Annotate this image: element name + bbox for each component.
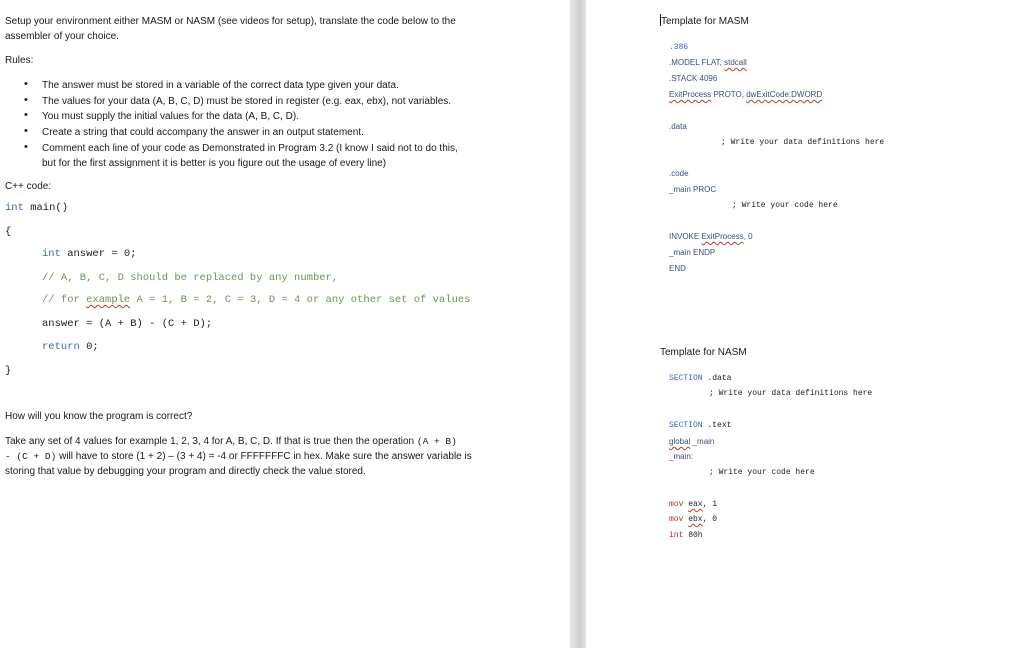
code-close-brace: }: [5, 365, 12, 377]
right-document-page: Template for MASM .386 .MODEL FLAT, stdc…: [586, 0, 1024, 648]
nasm-text: .text: [702, 421, 732, 430]
masm-line-data: .data: [669, 122, 687, 131]
nasm-data-comment: ; Write your data definitions here: [709, 389, 873, 398]
answer-line-3: storing that value by debugging your pro…: [5, 466, 366, 477]
masm-line-stack: .STACK 4096: [669, 74, 718, 83]
question-heading: How will you know the program is correct…: [5, 411, 193, 422]
rule-item: You must supply the initial values for t…: [42, 111, 299, 122]
nasm-register: ebx: [688, 515, 703, 524]
code-open-brace: {: [5, 226, 12, 238]
nasm-template-title: Template for NASM: [660, 347, 747, 358]
nasm-int: int 80h: [669, 531, 703, 540]
nasm-instruction: mov: [669, 515, 689, 524]
masm-template-title: Template for MASM: [660, 14, 749, 29]
code-line-answer-decl: int answer = 0;: [42, 248, 137, 260]
rule-item: The values for your data (A, B, C, D) mu…: [42, 96, 452, 107]
masm-text: , 0: [743, 232, 753, 241]
masm-squiggle: ExitProcess: [669, 90, 712, 99]
code-comment-1: // A, B, C, D should be replaced by any …: [42, 272, 339, 284]
nasm-main-label: _main:: [669, 452, 694, 461]
answer-inline-code: (A + B): [416, 436, 457, 447]
masm-line-code: .code: [669, 169, 689, 178]
code-line-answer-calc: answer = (A + B) - (C + D);: [42, 318, 213, 330]
nasm-text: _main: [690, 437, 715, 446]
code-text: 0;: [79, 341, 99, 353]
code-keyword: return: [42, 341, 80, 353]
nasm-keyword: SECTION: [669, 421, 703, 430]
nasm-section-text: SECTION .text: [669, 421, 731, 430]
code-text: answer = 0;: [60, 248, 137, 260]
masm-line-model: .MODEL FLAT, stdcall: [669, 58, 747, 67]
code-line-main: int main(): [5, 202, 68, 214]
bullet-icon: •: [24, 125, 28, 137]
masm-squiggle: ExitProcess: [701, 232, 744, 241]
rule-item-continuation: but for the first assignment it is bette…: [42, 158, 387, 169]
nasm-instruction: mov: [669, 500, 689, 509]
bullet-icon: •: [24, 109, 28, 121]
bullet-icon: •: [24, 94, 28, 106]
nasm-text: , 0: [702, 515, 718, 524]
masm-title-text: Template for MASM: [661, 16, 749, 27]
rule-item: Create a string that could accompany the…: [42, 127, 364, 138]
nasm-text: , 1: [702, 500, 718, 509]
code-comment-squiggle: example: [86, 294, 131, 306]
intro-line-2: assembler of your choice.: [5, 31, 119, 42]
rules-heading: Rules:: [5, 55, 34, 66]
answer-line-1: Take any set of 4 values for example 1, …: [5, 434, 457, 449]
nasm-mov-eax: mov eax, 1: [669, 500, 717, 509]
code-comment-text: // for: [42, 294, 87, 306]
code-keyword: int: [5, 202, 24, 214]
masm-line-end: END: [669, 264, 686, 273]
code-comment-text: A = 1, B = 2, C = 3, D = 4 or any other …: [130, 294, 471, 306]
code-line-return: return 0;: [42, 341, 99, 353]
bullet-icon: •: [24, 78, 28, 90]
code-text: main(): [23, 202, 69, 214]
masm-squiggle: dwExitCode:DWORD: [746, 90, 823, 99]
nasm-mov-ebx: mov ebx, 0: [669, 515, 717, 524]
left-document-page: Setup your environment either MASM or NA…: [0, 0, 570, 648]
answer-text: will have to store (1 + 2) – (3 + 4) = -…: [56, 451, 472, 462]
masm-line-proto: ExitProcess PROTO, dwExitCode:DWORD: [669, 90, 822, 99]
answer-text: Take any set of 4 values for example 1, …: [5, 436, 417, 447]
nasm-squiggle: global: [669, 437, 691, 446]
masm-line-endp: _main ENDP: [669, 248, 716, 257]
nasm-code-comment: ; Write your code here: [709, 468, 815, 477]
rule-item: Comment each line of your code as Demons…: [42, 143, 458, 154]
answer-inline-code: - (C + D): [5, 451, 57, 462]
rule-item: The answer must be stored in a variable …: [42, 80, 399, 91]
nasm-text: .data: [702, 374, 732, 383]
masm-text: INVOKE: [669, 232, 702, 241]
masm-text: PROTO,: [711, 90, 747, 99]
nasm-register: eax: [688, 500, 703, 509]
page-gutter: [570, 0, 586, 648]
nasm-instruction: int: [669, 531, 684, 540]
nasm-text: 80h: [683, 531, 703, 540]
masm-code-comment: ; Write your code here: [732, 201, 838, 210]
bullet-icon: •: [24, 141, 28, 153]
masm-data-comment: ; Write your data definitions here: [721, 138, 885, 147]
masm-squiggle: stdcall: [724, 58, 747, 67]
code-comment-2: // for example A = 1, B = 2, C = 3, D = …: [42, 294, 470, 306]
cpp-heading: C++ code:: [5, 181, 52, 192]
masm-text: .MODEL FLAT,: [669, 58, 725, 67]
intro-line-1: Setup your environment either MASM or NA…: [5, 16, 456, 27]
nasm-keyword: SECTION: [669, 374, 703, 383]
code-keyword: int: [42, 248, 61, 260]
nasm-global: global _main: [669, 437, 714, 446]
nasm-section-data: SECTION .data: [669, 374, 731, 383]
masm-line-main-proc: _main PROC: [669, 185, 717, 194]
masm-line-invoke: INVOKE ExitProcess, 0: [669, 232, 753, 241]
masm-line-386: .386: [669, 43, 689, 52]
answer-line-2: - (C + D) will have to store (1 + 2) – (…: [5, 449, 472, 464]
